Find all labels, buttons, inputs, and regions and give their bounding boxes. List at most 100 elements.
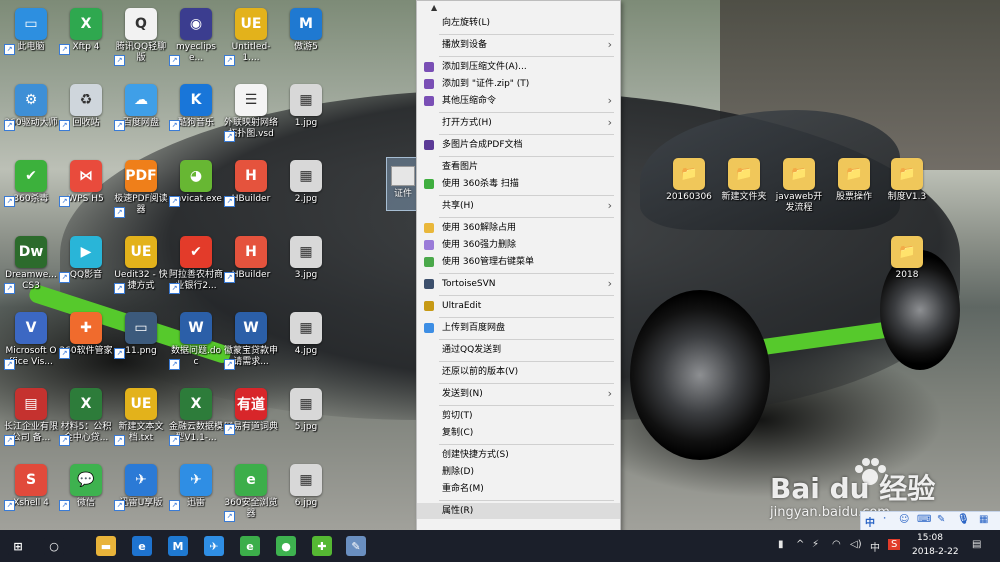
xunlei-icon[interactable]: ✈ [204,536,224,556]
ime-skin-icon[interactable]: ✎ [937,514,945,525]
explorer-icon[interactable]: ▬ [96,536,116,556]
menu-item[interactable]: 使用 360管理右键菜单 [417,254,620,270]
desktop-icon[interactable]: ▤ ↗ 长江企业有限公司 备... [4,388,58,446]
desktop-icon[interactable]: ▦ 3.jpg [279,236,333,281]
desktop-icon[interactable]: X ↗ 金融云数据模型V1.1-... [169,388,223,446]
ime-punct-icon[interactable]: ᐧ [883,514,886,525]
menu-item[interactable]: 删除(D) [417,464,620,480]
menu-item[interactable]: 通过QQ发送到 [417,342,620,358]
cortana-icon[interactable]: ○ [44,536,64,556]
menu-item[interactable]: 剪切(T) [417,408,620,424]
desktop-icon[interactable]: W ↗ 数据问题.doc [169,312,223,370]
desktop-icon[interactable]: ▦ 4.jpg [279,312,333,357]
desktop-icon[interactable]: Dw ↗ Dreamwe... CS3 [4,236,58,294]
wechat-icon[interactable]: ● [276,536,296,556]
desktop-icon[interactable]: ✔ ↗ 360杀毒 [4,160,58,207]
desktop-icon[interactable]: ◉ ↗ myeclipse... [169,8,223,66]
menu-item[interactable]: 发送到(N) › [417,386,620,402]
desktop-folder[interactable]: 📁 2018 [880,236,934,281]
sogou-icon[interactable]: S [888,539,901,550]
menu-item[interactable]: 重命名(M) [417,481,620,497]
wifi-icon[interactable]: ◠ [832,539,841,550]
ime-mode-label[interactable]: 中 [865,514,875,529]
ie-icon[interactable]: e [132,536,152,556]
desktop-icon[interactable]: ✔ ↗ 阿拉善农村商业银行2... [169,236,223,294]
desktop-icon[interactable]: ✚ ↗ 360软件管家 [59,312,113,359]
maxthon-icon[interactable]: M [168,536,188,556]
menu-item[interactable]: 使用 360强力删除 [417,237,620,253]
menu-scroll-up-icon[interactable]: ▲ [431,3,437,12]
desktop-icon[interactable]: ▭ ↗ 此电脑 [4,8,58,55]
desktop-icon[interactable]: X ↗ 材料5：公积金中心贷... [59,388,113,446]
menu-item[interactable]: 属性(R) [417,503,620,519]
desktop-icon[interactable]: Q ↗ 腾讯QQ轻聊版 [114,8,168,66]
menu-item[interactable]: 打开方式(H) › [417,115,620,131]
menu-item[interactable]: 添加到 "证件.zip" (T) [417,76,620,92]
desktop-icon[interactable]: ▦ 6.jpg [279,464,333,509]
desktop-icon[interactable]: ⚙ ↗ 360驱动大师 [4,84,58,131]
selected-file-icon[interactable]: 证件 [386,157,420,211]
desktop-icon[interactable]: K ↗ 酷狗音乐 [169,84,223,131]
ime-toolbar[interactable]: 中 ᐧ ☺ ⌨ ✎ 🎙 ▦ [860,511,1000,530]
ime-mic-icon[interactable]: 🎙 [957,514,970,525]
desktop-icon[interactable]: PDF ↗ 极速PDF阅读器 [114,160,168,218]
desktop-folder[interactable]: 📁 新建文件夹 [717,158,771,203]
menu-item[interactable]: 复制(C) [417,425,620,441]
ime-emoji-icon[interactable]: ☺ [899,514,909,525]
desktop-icon[interactable]: H ↗ HBuilder [224,160,278,207]
usb-icon[interactable]: ⚡ [812,539,819,550]
desktop-icon[interactable]: UE ↗ Uedit32 - 快捷方式 [114,236,168,294]
battery-icon[interactable]: ▮ [778,539,784,550]
desktop-icon[interactable]: e ↗ 360安全浏览器 [224,464,278,522]
desktop-icon[interactable]: UE ↗ 新建文本文档.txt [114,388,168,446]
volume-icon[interactable]: ◁) [850,539,862,550]
menu-item[interactable]: 向左旋转(L) [417,15,620,31]
menu-item[interactable]: 使用 360解除占用 [417,220,620,236]
input-method-label[interactable]: 中 [870,539,880,554]
clock-time[interactable]: 15:08 [917,533,943,543]
desktop-folder[interactable]: 📁 javaweb开发流程 [772,158,826,214]
desktop-icon[interactable]: ▦ 5.jpg [279,388,333,433]
menu-item[interactable]: 多图片合成PDF文档 [417,137,620,153]
desktop-icon[interactable]: W ↗ 徽蒙宝贷款申请需求... [224,312,278,370]
menu-item[interactable]: 共享(H) › [417,198,620,214]
desktop-icon[interactable]: ☁ ↗ 百度网盘 [114,84,168,131]
tray-expand-icon[interactable]: ^ [796,539,804,550]
desktop-icon[interactable]: S ↗ Xshell 4 [4,464,58,511]
desktop-icon[interactable]: ▶ ↗ QQ影音 [59,236,113,283]
desktop-icon[interactable]: V ↗ Microsoft Office Vis... [4,312,58,370]
desktop-icon[interactable]: ▦ 1.jpg [279,84,333,129]
desktop-icon[interactable]: H ↗ HBuilder [224,236,278,283]
menu-item[interactable]: 其他压缩命令 › [417,93,620,109]
desktop-icon[interactable]: ☰ ↗ 外联映射网络拓扑图.vsd [224,84,278,142]
desktop-folder[interactable]: 📁 股票操作 [827,158,881,203]
menu-item[interactable]: 上传到百度网盘 [417,320,620,336]
360browser-icon[interactable]: e [240,536,260,556]
desktop-icon[interactable]: 💬 ↗ 微信 [59,464,113,511]
notification-icon[interactable]: ▤ [972,539,981,550]
360-icon[interactable]: ✚ [312,536,332,556]
menu-item[interactable]: 播放到设备 › [417,37,620,53]
menu-item[interactable]: 使用 360杀毒 扫描 [417,176,620,192]
ime-settings-icon[interactable]: ▦ [979,514,988,525]
ime-keyboard-icon[interactable]: ⌨ [917,514,931,525]
desktop-icon[interactable]: UE ↗ Untitled-1.... [224,8,278,66]
menu-item[interactable]: UltraEdit [417,298,620,314]
desktop-icon[interactable]: ▦ 2.jpg [279,160,333,205]
desktop-icon[interactable]: ♻ ↗ 回收站 [59,84,113,131]
menu-item[interactable]: 查看图片 [417,159,620,175]
clock-date[interactable]: 2018-2-22 [912,547,959,557]
desktop-icon[interactable]: 有道 ↗ 网易有道词典 [224,388,278,435]
desktop-icon[interactable]: ◕ ↗ navicat.exe [169,160,223,207]
desktop-icon[interactable]: ✈ ↗ 迅雷 [169,464,223,511]
desktop-icon[interactable]: ⋈ ↗ WPS H5 [59,160,113,207]
desktop-folder[interactable]: 📁 20160306 [662,158,716,203]
desktop-icon[interactable]: X ↗ Xftp 4 [59,8,113,55]
menu-item[interactable]: 添加到压缩文件(A)... [417,59,620,75]
menu-item[interactable]: 创建快捷方式(S) [417,447,620,463]
desktop-icon[interactable]: M 傲游5 [279,8,333,53]
desktop-folder[interactable]: 📁 制度V1.3 [880,158,934,203]
menu-item[interactable]: TortoiseSVN › [417,276,620,292]
menu-item[interactable]: 还原以前的版本(V) [417,364,620,380]
desktop-icon[interactable]: ✈ ↗ 迅雷U享版 [114,464,168,511]
